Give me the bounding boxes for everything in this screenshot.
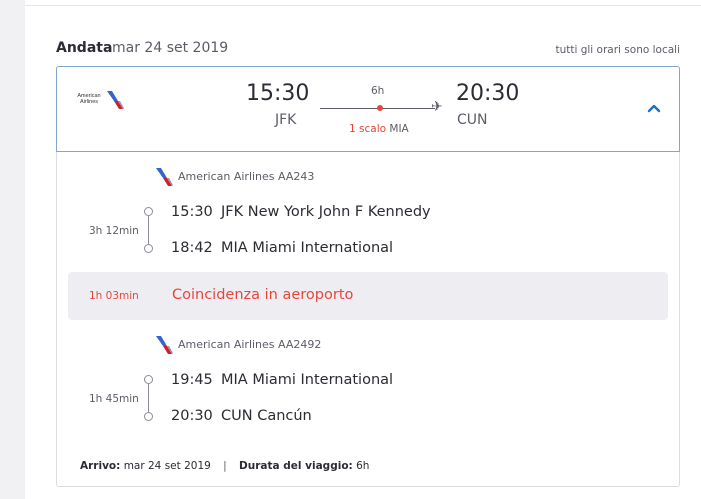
summary-departure-code: JFK [275,112,297,128]
segment-1-arrival: 18:42 MIA Miami International [171,240,393,256]
summary-arrival-time: 20:30 [456,81,520,106]
segment-2-carrier-name: American Airlines AA2492 [178,338,322,351]
timeline-end-dot [144,244,153,253]
segment-2-timeline [144,375,153,421]
segment-1-duration: 3h 12min [89,225,139,237]
trip-footer: Arrivo: mar 24 set 2019 | Durata del via… [80,460,369,472]
segment-1-carrier-name: American Airlines AA243 [178,170,315,183]
duration-label: Durata del viaggio: [239,460,353,472]
stop-dot [377,105,383,111]
leg-title: Andata [56,40,113,56]
segment-2-departure: 19:45 MIA Miami International [171,372,393,388]
segment-1-arr-place: MIA Miami International [221,240,394,256]
summary-departure-time: 15:30 [246,81,310,106]
timeline-start-dot [144,207,153,216]
airline-logo-text: American Airlines [77,93,101,105]
leg-date: mar 24 set 2019 [112,40,229,56]
timeline-line [148,216,149,244]
top-divider [25,5,701,6]
american-airlines-logo-icon [107,91,124,109]
segment-1-arr-time: 18:42 [171,240,213,256]
chevron-up-icon[interactable] [647,101,661,115]
segment-2-duration: 1h 45min [89,393,139,405]
segment-1-timeline [144,207,153,253]
leg-header: Andata mar 24 set 2019 tutti gli orari s… [56,40,680,58]
segment-2-arrival: 20:30 CUN Cancún [171,408,312,424]
segment-2-arr-place: CUN Cancún [221,408,312,424]
stop-city: MIA [389,123,409,135]
summary-duration: 6h [371,85,385,97]
left-rail [0,0,25,499]
segment-1-dep-time: 15:30 [171,204,213,220]
segment-1-departure: 15:30 JFK New York John F Kennedy [171,204,431,220]
local-times-note: tutti gli orari sono locali [555,44,680,56]
duration-value: 6h [356,460,370,472]
plane-icon: ✈ [431,99,443,115]
layover-text: Coincidenza in aeroporto [172,287,354,303]
summary-stops: 1 scalo MIA [349,123,409,135]
layover-duration: 1h 03min [89,290,139,302]
timeline-end-dot [144,412,153,421]
layover-banner: 1h 03min Coincidenza in aeroporto [68,272,668,320]
timeline-start-dot [144,375,153,384]
airline-logo: American Airlines [72,86,132,112]
arrival-label: Arrivo: [80,460,121,472]
american-airlines-logo-icon [156,336,173,354]
arrival-value: mar 24 set 2019 [123,460,211,472]
timeline-line [148,384,149,412]
flight-summary[interactable]: American Airlines 15:30 JFK 6h ✈ 1 scalo… [56,66,680,152]
american-airlines-logo-icon [156,168,173,186]
segment-2-dep-place: MIA Miami International [221,372,394,388]
segment-2-dep-time: 19:45 [171,372,213,388]
flight-card: American Airlines 15:30 JFK 6h ✈ 1 scalo… [56,66,680,487]
segment-1-dep-place: JFK New York John F Kennedy [221,204,431,220]
summary-arrival-code: CUN [457,112,488,128]
stops-count: 1 scalo [349,123,387,135]
segment-2-arr-time: 20:30 [171,408,213,424]
footer-separator: | [223,460,227,472]
